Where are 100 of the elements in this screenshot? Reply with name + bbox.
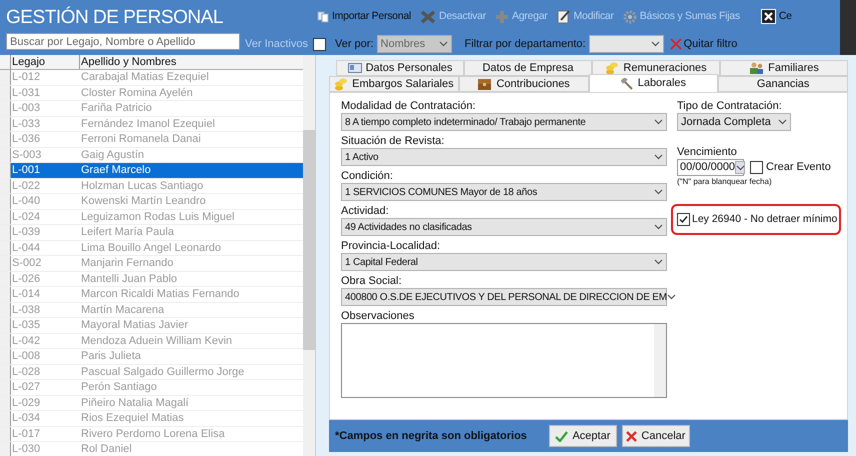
table-cell-text: Ferroni Romanela Danai — [80, 132, 202, 147]
dropdown-field[interactable]: 8 A tiempo completo indeterminado/ Trabajo permanente — [341, 113, 667, 131]
department-dropdown[interactable] — [588, 35, 664, 53]
field-label: Modalidad de Contratación: — [341, 99, 477, 113]
accept-button[interactable]: Aceptar — [548, 425, 617, 447]
table-cell-text: L-014 — [11, 287, 42, 302]
people-icon — [749, 61, 764, 75]
table-cell-text: Closter Romina Ayelén — [80, 86, 194, 100]
table-row[interactable]: L-022 Holzman Lucas Santiago — [0, 178, 304, 194]
table-row[interactable]: L-036 Ferroni Romanela Danai — [0, 132, 304, 148]
table-row[interactable]: L-026 Mantelli Juan Pablo — [0, 272, 304, 287]
table-cell-text: Kowenski Martín Leandro — [80, 194, 207, 209]
table-row[interactable]: L-001 Graef Marcelo — [0, 163, 304, 178]
table-row[interactable]: L-033 Fernández Imanol Ezequiel — [0, 116, 304, 132]
table-row[interactable]: L-024 Leguizamon Rodas Luis Miguel — [0, 210, 304, 225]
field-label: Observaciones — [341, 309, 416, 323]
cancel-button[interactable]: Cancelar — [622, 425, 690, 447]
table-row[interactable]: L-003 Fariña Patricio — [0, 101, 304, 116]
chest-icon — [477, 78, 492, 90]
scrollbar[interactable] — [303, 55, 316, 456]
table-row[interactable]: L-044 Lima Bouillo Angel Leonardo — [0, 240, 304, 256]
dropdown-field[interactable]: 49 Actividades no clasificadas — [341, 218, 667, 236]
ley-checkbox[interactable] — [677, 213, 690, 226]
table-cell-text: Piñeiro Natalia Magalí — [80, 396, 190, 410]
table-row[interactable]: L-038 Martín Macarena — [0, 302, 304, 318]
side-panel — [840, 0, 856, 55]
table-cell-text: L-039 — [11, 225, 42, 240]
date-field[interactable]: 00/00/0000 — [677, 159, 744, 176]
table-cell-text: L-035 — [11, 318, 42, 333]
x-mark-icon — [626, 430, 638, 442]
table-cell-text: Mantelli Juan Pablo — [80, 272, 178, 286]
tab[interactable]: Laborales — [588, 74, 718, 92]
table-row[interactable]: L-008 Paris Julieta — [0, 349, 304, 364]
hammer-icon — [620, 78, 634, 90]
tab[interactable]: Embargos Salariales — [329, 76, 459, 92]
table-row[interactable]: L-029 Piñeiro Natalia Magalí — [0, 396, 304, 411]
search-field[interactable]: Buscar por Legajo, Nombre o Apellido — [6, 33, 240, 50]
table-row[interactable]: L-017 Rivero Perdomo Lorena Elisa — [0, 426, 304, 442]
table-cell-text: L-030 — [11, 442, 42, 456]
table-row[interactable]: S-002 Manjarin Fernando — [0, 256, 304, 272]
dropdown-chevron-icon — [654, 189, 663, 195]
dropdown-button[interactable] — [735, 161, 746, 174]
table-cell-text: L-028 — [11, 364, 42, 380]
table-cell-text: Perón Santiago — [80, 380, 158, 395]
table-row[interactable]: L-035 Mayoral Matias Javier — [0, 318, 304, 334]
field-label: Tipo de Contratación: — [677, 99, 783, 113]
ver-inactivos-checkbox[interactable] — [312, 38, 326, 50]
checkbox-label: Ley 26940 - No detraer mínimo — [692, 212, 838, 227]
table-row[interactable]: L-012 Carabajal Matias Ezequiel — [0, 70, 304, 86]
hint-text: ("N" para blanquear fecha) — [677, 176, 773, 188]
dropdown-field[interactable]: 1 SERVICIOS COMUNES Mayor de 18 años — [341, 183, 667, 201]
table-row[interactable]: L-027 Perón Santiago — [0, 380, 304, 396]
splitter[interactable] — [315, 55, 329, 456]
dropdown-chevron-icon — [654, 154, 663, 160]
table-row[interactable]: L-042 Mendoza Aduein William Kevin — [0, 334, 304, 349]
table-row[interactable]: L-028 Pascual Salgado Guillermo Jorge — [0, 364, 304, 380]
dropdown-chevron-icon — [778, 119, 787, 125]
field-label: Actividad: — [341, 204, 390, 218]
column-header[interactable]: Legajo — [11, 55, 80, 69]
table-cell-text: Rivero Perdomo Lorena Elisa — [80, 426, 226, 442]
tab[interactable]: Datos Personales — [336, 60, 464, 76]
dropdown-chevron-icon — [654, 224, 663, 230]
table-cell-text: Pascual Salgado Guillermo Jorge — [80, 364, 246, 380]
table-row[interactable]: L-014 Marcon Ricaldi Matias Fernando — [0, 287, 304, 302]
filter-label: Filtrar por departamento: — [464, 36, 586, 52]
column-header[interactable]: Apellido y Nombres — [80, 55, 304, 69]
table-cell-text: L-029 — [11, 396, 42, 410]
checkbox-label: Crear Evento — [766, 160, 831, 176]
tab[interactable]: Familiares — [720, 60, 848, 76]
dropdown-field[interactable]: 1 Activo — [341, 148, 667, 166]
tab[interactable]: Datos de Empresa — [464, 60, 592, 76]
table-cell-text: L-012 — [11, 70, 42, 85]
table-row[interactable]: L-030 Rol Daniel — [0, 442, 304, 456]
table-row[interactable]: L-040 Kowenski Martín Leandro — [0, 194, 304, 210]
table-cell-text: L-017 — [11, 426, 42, 442]
toolbar-button[interactable]: Ce — [760, 8, 792, 24]
tab[interactable]: Contribuciones — [458, 76, 588, 92]
table-cell-text: Mendoza Aduein William Kevin — [80, 334, 234, 348]
documents-icon — [317, 10, 329, 22]
table-row[interactable]: L-039 Leifert María Paula — [0, 225, 304, 240]
toolbar-button[interactable]: Importar Personal — [317, 8, 411, 24]
table-cell-text: Holzman Lucas Santiago — [80, 178, 204, 194]
table-cell-text: L-024 — [11, 210, 42, 224]
table-cell-text: L-026 — [11, 272, 42, 286]
dropdown-field[interactable]: Jornada Completa — [677, 113, 791, 131]
clear-filter-button[interactable]: Quitar filtro — [670, 36, 738, 52]
table-row[interactable]: L-034 Rios Ezequiel Matias — [0, 411, 304, 426]
dropdown-chevron-icon — [650, 41, 660, 47]
id-card-icon — [348, 63, 362, 73]
field-label: Vencimiento — [677, 145, 738, 159]
crear-evento-checkbox[interactable] — [750, 161, 763, 174]
tab[interactable]: Ganancias — [718, 76, 848, 92]
ver-por-dropdown[interactable]: Nombres — [376, 35, 452, 53]
table-row[interactable]: L-031 Closter Romina Ayelén — [0, 86, 304, 101]
table-cell-text: Paris Julieta — [80, 349, 142, 364]
table-cell-text: L-031 — [11, 86, 42, 100]
field-label: Condición: — [341, 169, 394, 183]
dropdown-field[interactable]: 1 Capital Federal — [341, 253, 667, 271]
table-cell-text: L-036 — [11, 132, 42, 147]
table-cell-text: Fernández Imanol Ezequiel — [80, 116, 216, 132]
